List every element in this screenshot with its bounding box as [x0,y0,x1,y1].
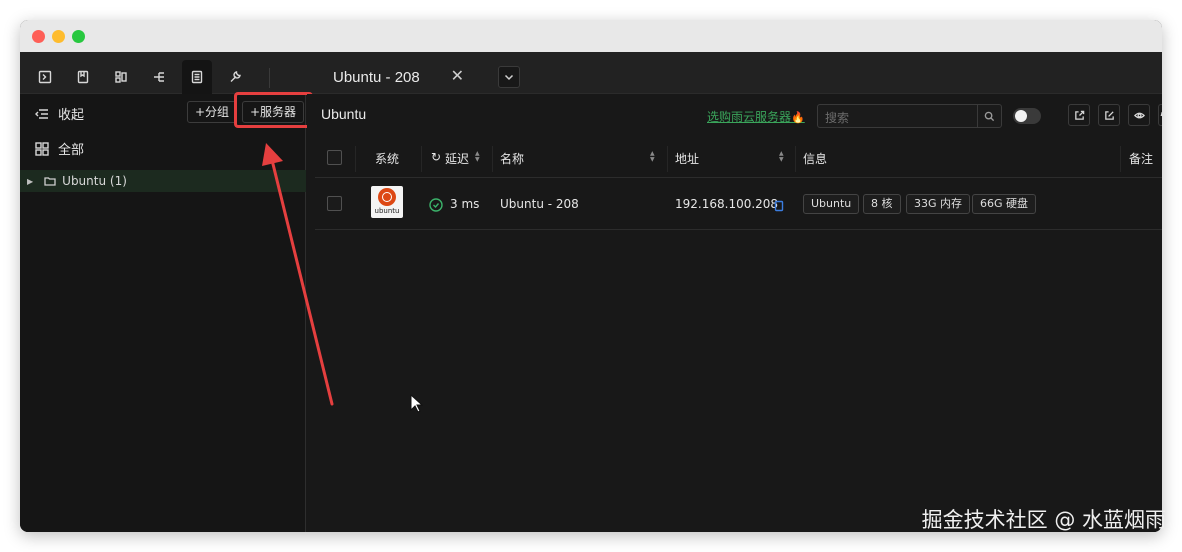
tree-item-ubuntu[interactable]: ▶ Ubuntu (1) [20,170,306,192]
server-list-icon[interactable] [182,60,212,94]
search-button[interactable] [977,105,1001,127]
table-row[interactable]: ubuntu 3 ms Ubuntu - 208 192.168.100.208… [315,178,1162,230]
ubuntu-logo-icon: ubuntu [371,186,403,218]
tab-title: Ubuntu - 208 [333,68,420,86]
table-header: 系统 ↻ 延迟 ▲ ▼ 名称 ▲ ▼ 地址 ▲ ▼ 信息 备注 [315,138,1162,178]
select-all-checkbox[interactable] [327,150,342,165]
tab-dropdown-button[interactable] [498,66,520,88]
ubuntu-circle-icon [378,188,396,206]
column-divider [355,146,356,172]
folder-icon [44,177,56,186]
mouse-cursor-icon [410,394,424,413]
column-divider [795,146,796,172]
column-divider [421,146,422,172]
toggle-knob [1015,110,1027,122]
collapse-label: 收起 [58,108,85,123]
promo-link[interactable]: 选购雨云服务器🔥 [707,108,805,125]
tag-cpu: 8 核 [863,194,901,214]
app-window: Ubuntu - 208 ✕ 收起 +分组 +服务器 全部 ▶ Ubuntu (… [20,20,1162,532]
visibility-button[interactable] [1128,104,1150,126]
sidebar: 收起 +分组 +服务器 全部 ▶ Ubuntu (1) [20,92,313,532]
refresh-icon[interactable]: ↻ [431,150,441,164]
column-divider [667,146,668,172]
maximize-window-button[interactable] [72,30,85,43]
sidebar-item-label: 全部 [58,143,85,158]
tag-memory: 33G 内存 [906,194,971,214]
bookmark-icon[interactable] [68,60,98,94]
promo-label: 选购雨云服务器 [707,110,792,124]
edit-icon [1104,110,1114,120]
tab-bar: Ubuntu - 208 ✕ [20,52,1162,94]
column-header-info[interactable]: 信息 [803,150,827,167]
grid-icon[interactable] [106,60,136,94]
external-link-icon [1074,110,1084,120]
latency-value: 3 ms [450,197,480,211]
sidebar-item-all[interactable]: 全部 [34,139,84,158]
grid-icon [35,141,49,156]
tree-item-label: Ubuntu (1) [62,174,127,188]
tab-ubuntu-208[interactable]: Ubuntu - 208 ✕ [316,60,482,94]
sort-icon[interactable]: ▲ ▼ [475,151,480,163]
tab-divider [269,68,270,88]
tag-disk: 66G 硬盘 [972,194,1037,214]
row-checkbox[interactable] [327,196,342,211]
collapse-icon [35,108,48,119]
search-input[interactable]: 搜索 [825,109,849,126]
pin-icon [1160,111,1162,116]
column-divider [1120,146,1121,172]
chevron-down-icon [504,74,514,81]
column-header-latency[interactable]: 延迟 [445,150,469,167]
edit-button[interactable] [1098,104,1120,126]
copy-icon[interactable] [774,197,784,212]
server-name: Ubuntu - 208 [500,197,579,211]
column-header-address[interactable]: 地址 [675,150,699,167]
collapse-button[interactable]: 收起 [34,104,84,123]
eye-icon [1133,112,1145,118]
tree-icon[interactable] [144,60,174,94]
column-header-os[interactable]: 系统 [375,150,399,167]
close-window-button[interactable] [32,30,45,43]
column-header-notes[interactable]: 备注 [1129,150,1153,167]
title-bar [20,20,1162,52]
terminal-icon[interactable] [30,60,60,94]
server-address: 192.168.100.208 [675,197,779,211]
main-panel: Ubuntu 选购雨云服务器🔥 搜索 系统 ↻ 延迟 ▲ ▼ 名称 ▲ ▼ 地址… [307,94,1162,532]
minimize-window-button[interactable] [52,30,65,43]
view-toggle[interactable] [1013,108,1041,124]
page-title: Ubuntu [321,106,367,122]
search-icon [984,111,995,121]
tag-os: Ubuntu [803,194,860,214]
add-server-highlight [234,92,313,128]
wrench-icon[interactable] [220,60,250,94]
status-ok-icon [429,197,443,212]
fire-icon: 🔥 [791,111,805,124]
open-external-button[interactable] [1068,104,1090,126]
sort-icon[interactable]: ▲ ▼ [650,151,655,163]
watermark: 掘金技术社区 @ 水蓝烟雨 [921,508,1166,532]
search-box: 搜索 [817,104,1002,128]
close-tab-icon[interactable]: ✕ [451,68,464,84]
column-header-name[interactable]: 名称 [500,150,524,167]
os-logo-label: ubuntu [374,207,400,215]
column-divider [492,146,493,172]
pin-button[interactable] [1158,104,1162,126]
caret-right-icon[interactable]: ▶ [27,177,33,186]
add-group-button[interactable]: +分组 [187,101,238,123]
sort-icon[interactable]: ▲ ▼ [779,151,784,163]
